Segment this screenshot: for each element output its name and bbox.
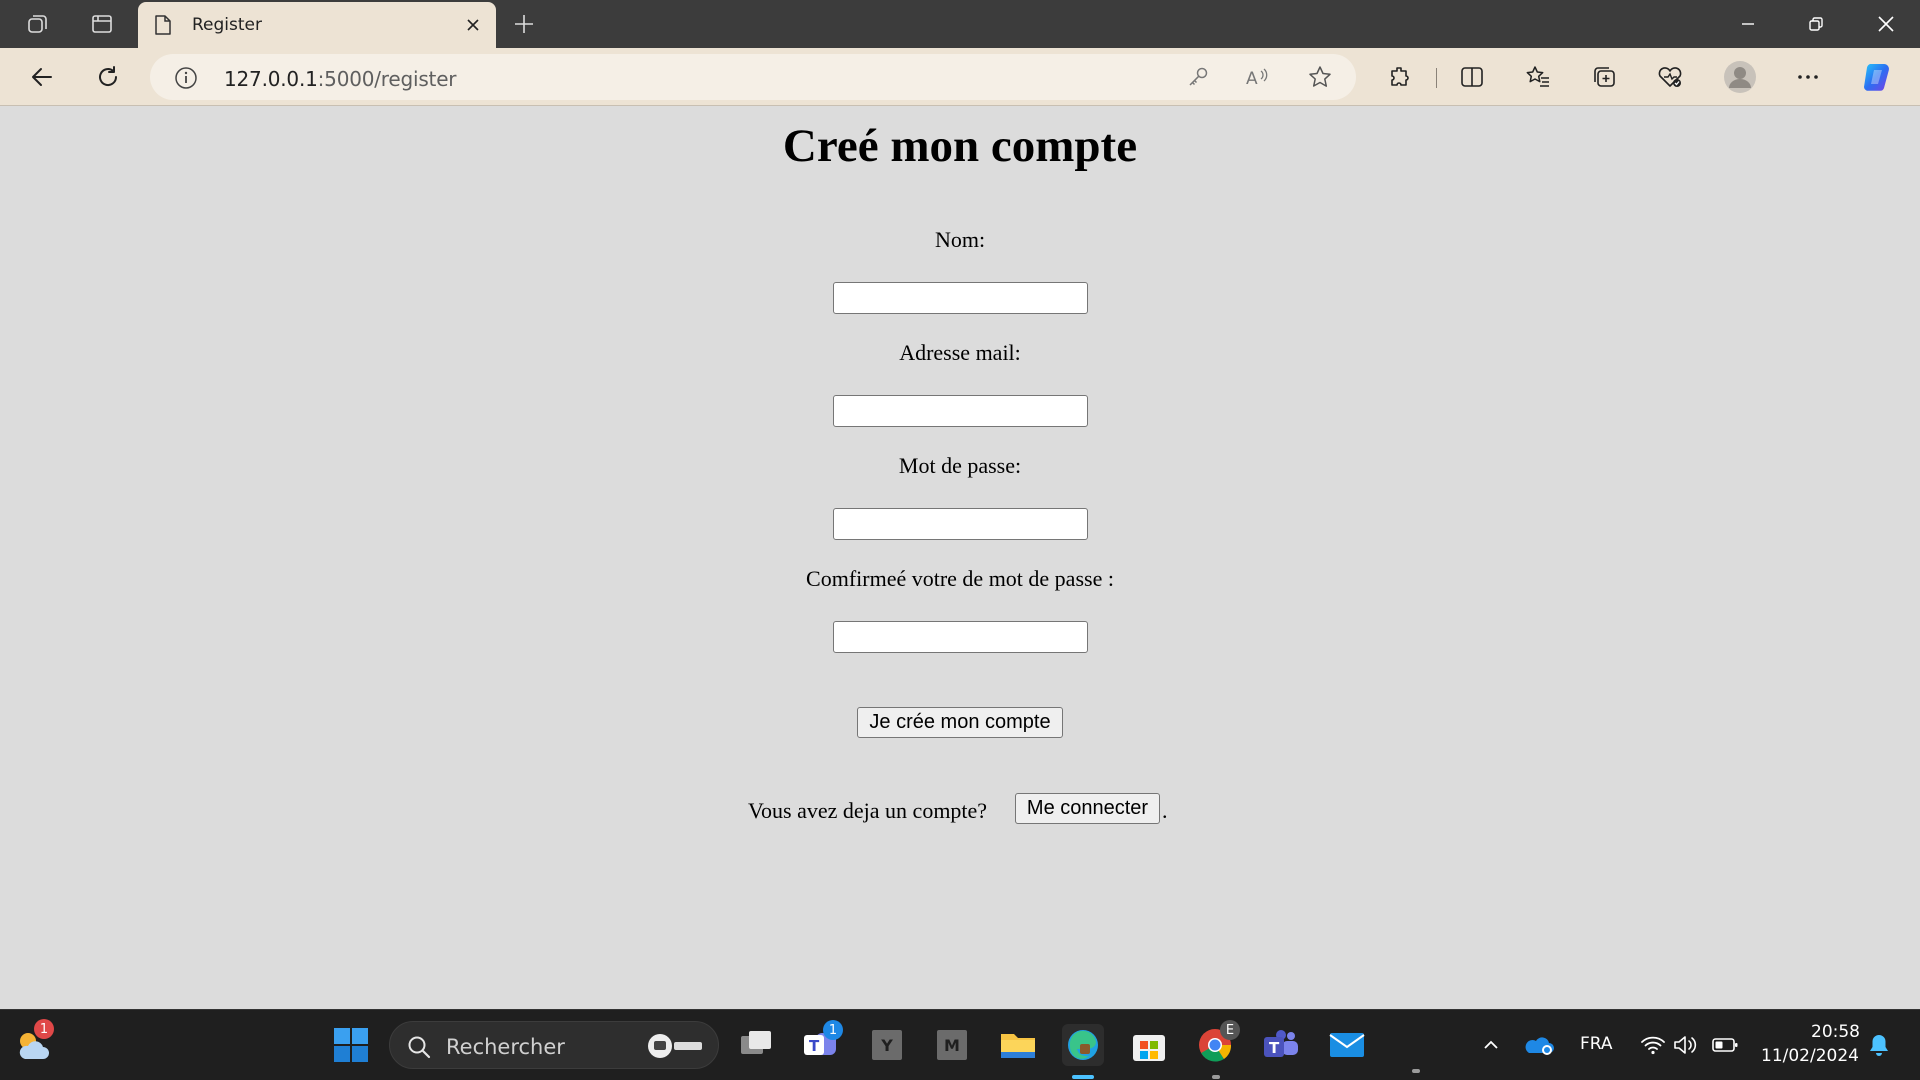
windows-taskbar: 1 Rechercher T 1 Y M E T FRA 20:58 11/02… bbox=[0, 1009, 1920, 1080]
back-icon[interactable] bbox=[22, 57, 62, 97]
extensions-icon[interactable] bbox=[1380, 57, 1420, 97]
address-bar[interactable]: 127.0.0.1:5000/register A bbox=[150, 54, 1356, 100]
notifications-bell-icon[interactable] bbox=[1858, 1024, 1900, 1066]
browser-essentials-icon[interactable] bbox=[1650, 57, 1690, 97]
favorite-star-icon[interactable] bbox=[1306, 63, 1334, 91]
svg-text:A: A bbox=[1246, 69, 1258, 89]
confirm-password-label: Comfirmeé votre de mot de passe : bbox=[806, 566, 1114, 591]
login-prompt-text: Vous avez deja un compte? bbox=[748, 798, 988, 823]
chrome-profile-badge: E bbox=[1220, 1020, 1240, 1040]
browser-toolbar: 127.0.0.1:5000/register A bbox=[0, 48, 1920, 106]
confirm-password-input[interactable] bbox=[833, 621, 1088, 653]
page-title: Creé mon compte bbox=[782, 120, 1138, 172]
close-tab-icon[interactable] bbox=[460, 12, 486, 38]
name-input[interactable] bbox=[833, 282, 1088, 314]
favorites-icon[interactable] bbox=[1518, 57, 1558, 97]
edge-icon[interactable] bbox=[1062, 1024, 1104, 1066]
clock-time[interactable]: 20:58 bbox=[1811, 1022, 1860, 1042]
language-indicator[interactable]: FRA bbox=[1580, 1034, 1613, 1054]
task-view-icon[interactable] bbox=[735, 1024, 777, 1066]
taskbar-search[interactable]: Rechercher bbox=[389, 1021, 719, 1069]
toolbar-separator bbox=[1436, 68, 1437, 88]
new-tab-icon[interactable] bbox=[506, 6, 542, 42]
login-suffix: . bbox=[1162, 798, 1168, 823]
read-aloud-icon[interactable]: A bbox=[1244, 63, 1272, 91]
email-label: Adresse mail: bbox=[899, 340, 1021, 365]
workspaces-icon[interactable] bbox=[18, 6, 58, 42]
url-text: 127.0.0.1:5000/register bbox=[224, 67, 457, 91]
page-icon bbox=[155, 15, 171, 35]
tab-register[interactable]: Register bbox=[138, 2, 496, 48]
onedrive-icon[interactable] bbox=[1518, 1024, 1560, 1066]
split-screen-icon[interactable] bbox=[1452, 57, 1492, 97]
name-label: Nom: bbox=[934, 227, 986, 252]
create-account-button[interactable]: Je crée mon compte bbox=[857, 707, 1063, 738]
more-options-icon[interactable] bbox=[1788, 57, 1828, 97]
close-window-icon[interactable] bbox=[1856, 0, 1916, 48]
login-button[interactable]: Me connecter bbox=[1015, 793, 1160, 824]
tab-actions-icon[interactable] bbox=[82, 6, 122, 42]
teams-badge: 1 bbox=[823, 1020, 843, 1040]
app-y-label: Y bbox=[872, 1030, 902, 1060]
password-input[interactable] bbox=[833, 508, 1088, 540]
app-m-label: M bbox=[937, 1030, 967, 1060]
browser-titlebar: Register bbox=[0, 0, 1920, 48]
edge-active-indicator bbox=[1072, 1075, 1094, 1079]
search-highlight-icon bbox=[648, 1034, 702, 1058]
clock-date[interactable]: 11/02/2024 bbox=[1761, 1046, 1859, 1066]
mail-icon[interactable] bbox=[1326, 1024, 1368, 1066]
chrome-running-indicator bbox=[1212, 1075, 1220, 1079]
app-y-icon[interactable]: Y bbox=[866, 1024, 908, 1066]
url-host: 127.0.0.1 bbox=[224, 67, 318, 91]
battery-icon[interactable] bbox=[1704, 1024, 1746, 1066]
svg-text:T: T bbox=[1269, 1039, 1280, 1057]
weather-badge: 1 bbox=[34, 1019, 54, 1039]
collections-icon[interactable] bbox=[1584, 57, 1624, 97]
svg-text:T: T bbox=[809, 1037, 820, 1055]
file-explorer-icon[interactable] bbox=[997, 1024, 1039, 1066]
start-icon[interactable] bbox=[330, 1024, 372, 1066]
url-path: :5000/register bbox=[317, 67, 457, 91]
register-page: Creé mon compte Nom: Adresse mail: Mot d… bbox=[0, 107, 1920, 1009]
login-prompt-line: Vous avez deja un compte? Me connecter . bbox=[0, 790, 1920, 824]
hidden-app-indicator bbox=[1412, 1069, 1420, 1073]
email-input[interactable] bbox=[833, 395, 1088, 427]
search-placeholder: Rechercher bbox=[446, 1035, 565, 1059]
key-icon[interactable] bbox=[1184, 63, 1212, 91]
copilot-icon[interactable] bbox=[1858, 57, 1898, 97]
tab-title: Register bbox=[192, 15, 262, 35]
teams-icon[interactable]: T bbox=[1260, 1024, 1302, 1066]
minimize-icon[interactable] bbox=[1718, 0, 1778, 48]
refresh-icon[interactable] bbox=[88, 57, 128, 97]
restore-icon[interactable] bbox=[1786, 0, 1846, 48]
show-hidden-icons-chevron[interactable] bbox=[1470, 1024, 1512, 1066]
volume-icon[interactable] bbox=[1664, 1024, 1706, 1066]
app-m-icon[interactable]: M bbox=[931, 1024, 973, 1066]
search-icon bbox=[408, 1036, 431, 1059]
site-info-icon[interactable] bbox=[174, 66, 198, 90]
profile-avatar[interactable] bbox=[1720, 57, 1760, 97]
password-label: Mot de passe: bbox=[898, 453, 1022, 478]
store-icon[interactable] bbox=[1128, 1024, 1170, 1066]
